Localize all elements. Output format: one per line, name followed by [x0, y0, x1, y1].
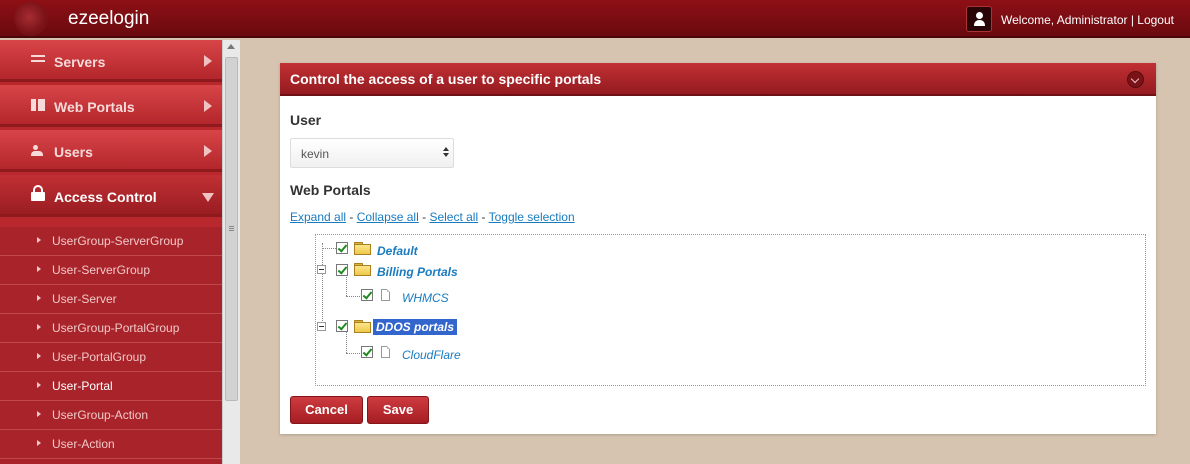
tree-connector: [322, 243, 323, 329]
sidebar-scrollbar[interactable]: [222, 40, 240, 464]
link-separator: -: [418, 210, 430, 224]
select-all-link[interactable]: Select all: [429, 210, 478, 224]
tree-node-title-selected[interactable]: DDOS portals: [373, 319, 458, 335]
collapse-all-link[interactable]: Collapse all: [357, 210, 419, 224]
sidebar-item-web-portals[interactable]: Web Portals: [0, 85, 222, 127]
submenu-item-usergroup-action[interactable]: UserGroup-Action: [0, 401, 222, 430]
user-select-value: kevin: [301, 147, 330, 161]
folder-open-icon: [354, 320, 371, 333]
bullet-icon: [37, 237, 41, 243]
collapse-panel-icon[interactable]: [1127, 71, 1144, 88]
sidebar-item-label: Users: [54, 144, 93, 160]
tree-actions: Expand all - Collapse all - Select all -…: [290, 210, 575, 224]
top-bar: ezeelogin Welcome, Administrator | Logou…: [0, 0, 1190, 38]
portal-tree: Default Billing Portals WHMCS DDOS porta…: [315, 234, 1146, 386]
tree-node-title[interactable]: CloudFlare: [402, 348, 461, 362]
folder-icon: [354, 242, 371, 255]
submenu-item-user-portal[interactable]: User-Portal: [0, 372, 222, 401]
user-icon[interactable]: [966, 6, 992, 32]
sidebar-item-users[interactable]: Users: [0, 130, 222, 172]
tree-connector: [322, 248, 336, 249]
bullet-icon: [37, 324, 41, 330]
welcome-logout-text[interactable]: Welcome, Administrator | Logout: [1001, 13, 1174, 27]
bullet-icon: [37, 440, 41, 446]
submenu-item-label: UserGroup-PortalGroup: [52, 321, 180, 335]
sidebar-item-label: Web Portals: [54, 99, 135, 115]
expand-all-link[interactable]: Expand all: [290, 210, 346, 224]
sidebar-item-label: Access Control: [54, 189, 157, 205]
submenu-item-user-server[interactable]: User-Server: [0, 285, 222, 314]
sidebar: Servers Web Portals Users Access Control…: [0, 40, 222, 464]
collapse-node-icon[interactable]: [317, 265, 326, 274]
bullet-icon: [37, 266, 41, 272]
logo-icon: [14, 2, 48, 36]
tree-node-title[interactable]: Default: [377, 244, 418, 258]
submenu-item-label: User-Portal: [52, 379, 113, 393]
document-icon: [381, 289, 390, 301]
app-title: ezeelogin: [68, 8, 150, 29]
access-control-submenu: UserGroup-ServerGroup User-ServerGroup U…: [0, 227, 222, 464]
tree-node-title[interactable]: Billing Portals: [377, 265, 458, 279]
collapse-node-icon[interactable]: [317, 322, 326, 331]
list-icon: [31, 55, 45, 65]
submenu-item-user-action[interactable]: User-Action: [0, 430, 222, 459]
chevron-right-icon: [204, 100, 212, 112]
submenu-item-usergroup-portalgroup[interactable]: UserGroup-PortalGroup: [0, 314, 222, 343]
link-separator: -: [478, 210, 489, 224]
sidebar-item-label: Servers: [54, 54, 106, 70]
grid-icon: [31, 99, 45, 111]
tree-connector: [346, 332, 347, 353]
checkbox-checked[interactable]: [336, 242, 348, 254]
toggle-selection-link[interactable]: Toggle selection: [489, 210, 575, 224]
chevron-down-icon: [202, 193, 214, 202]
submenu-item-label: User-PortalGroup: [52, 350, 147, 364]
chevron-right-icon: [204, 55, 212, 67]
tree-connector: [346, 296, 360, 297]
sidebar-item-access-control[interactable]: Access Control: [0, 175, 222, 217]
submenu-item-label: User-ServerGroup: [52, 263, 151, 277]
bullet-icon: [37, 382, 41, 388]
tree-connector: [346, 353, 360, 354]
tree-connector: [346, 275, 347, 296]
cancel-button[interactable]: Cancel: [290, 396, 363, 424]
panel-title: Control the access of a user to specific…: [290, 71, 602, 87]
submenu-item-usergroup-servergroup[interactable]: UserGroup-ServerGroup: [0, 227, 222, 256]
panel-header: Control the access of a user to specific…: [280, 63, 1156, 96]
bullet-icon: [37, 295, 41, 301]
users-icon: [31, 144, 45, 156]
chevron-right-icon: [204, 145, 212, 157]
web-portals-label: Web Portals: [290, 182, 371, 198]
scroll-up-icon[interactable]: [227, 44, 235, 49]
checkbox-checked[interactable]: [361, 346, 373, 358]
bullet-icon: [37, 411, 41, 417]
bullet-icon: [37, 353, 41, 359]
tree-node-title[interactable]: WHMCS: [402, 291, 449, 305]
checkbox-checked[interactable]: [336, 264, 348, 276]
link-separator: -: [346, 210, 357, 224]
access-panel: Control the access of a user to specific…: [280, 63, 1156, 434]
submenu-item-label: UserGroup-Action: [52, 408, 149, 422]
save-button[interactable]: Save: [367, 396, 429, 424]
submenu-item-label: UserGroup-ServerGroup: [52, 234, 184, 248]
user-label: User: [290, 112, 322, 128]
user-select[interactable]: kevin: [290, 138, 454, 168]
submenu-item-label: User-Server: [52, 292, 117, 306]
sidebar-item-servers[interactable]: Servers: [0, 40, 222, 82]
folder-open-icon: [354, 263, 371, 276]
grip-icon: [229, 226, 234, 232]
submenu-item-user-portalgroup[interactable]: User-PortalGroup: [0, 343, 222, 372]
checkbox-checked[interactable]: [336, 320, 348, 332]
checkbox-checked[interactable]: [361, 289, 373, 301]
document-icon: [381, 346, 390, 358]
scrollbar-thumb[interactable]: [225, 57, 238, 401]
submenu-item-user-servergroup[interactable]: User-ServerGroup: [0, 256, 222, 285]
lock-icon: [31, 185, 45, 201]
submenu-item-label: User-Action: [52, 437, 115, 451]
